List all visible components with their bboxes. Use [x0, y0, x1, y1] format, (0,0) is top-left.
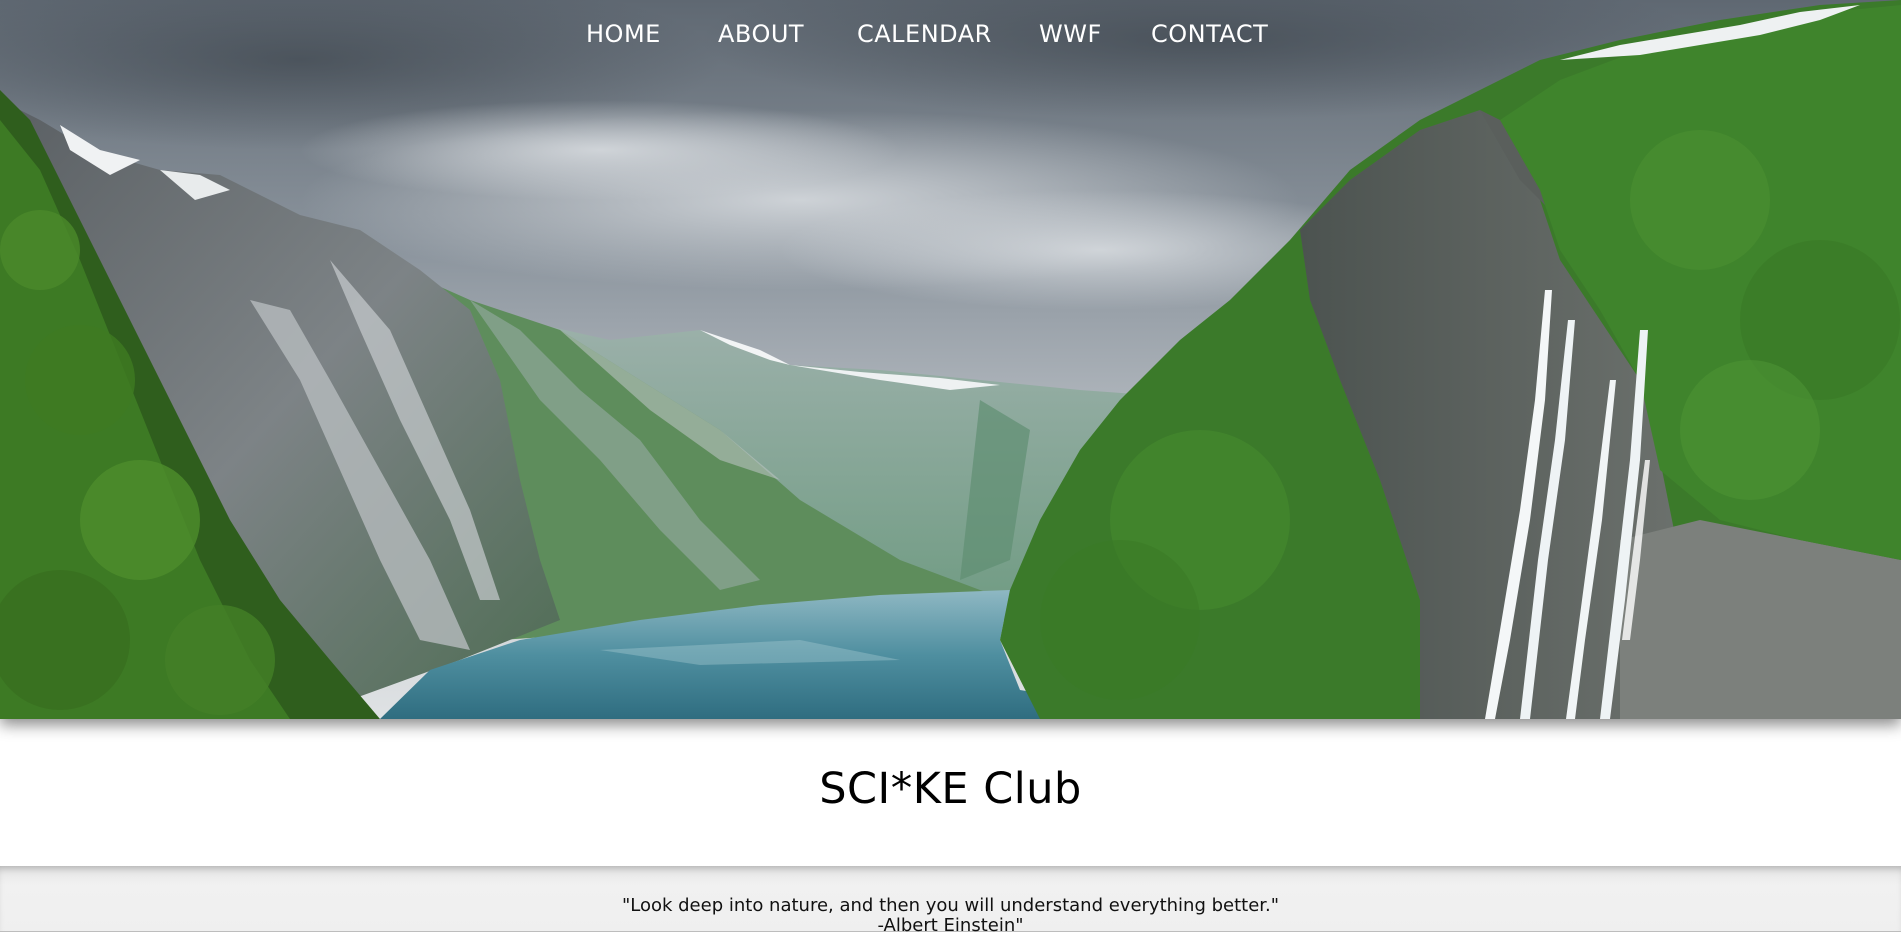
- quote-bar: "Look deep into nature, and then you wil…: [0, 866, 1901, 936]
- fjord-landscape-image: [0, 0, 1901, 719]
- nav-contact[interactable]: CONTACT: [1151, 20, 1268, 48]
- quote-text: "Look deep into nature, and then you wil…: [621, 895, 1280, 916]
- nav-home[interactable]: HOME: [586, 20, 661, 48]
- nav-wwf[interactable]: WWF: [1039, 20, 1102, 48]
- hero-banner: HOME ABOUT CALENDAR WWF CONTACT: [0, 0, 1901, 719]
- main-navigation: HOME ABOUT CALENDAR WWF CONTACT: [0, 0, 1901, 70]
- nav-about[interactable]: ABOUT: [718, 20, 804, 48]
- quote-author: -Albert Einstein": [877, 915, 1024, 936]
- page-title: SCI*KE Club: [819, 764, 1082, 814]
- nav-calendar[interactable]: CALENDAR: [857, 20, 992, 48]
